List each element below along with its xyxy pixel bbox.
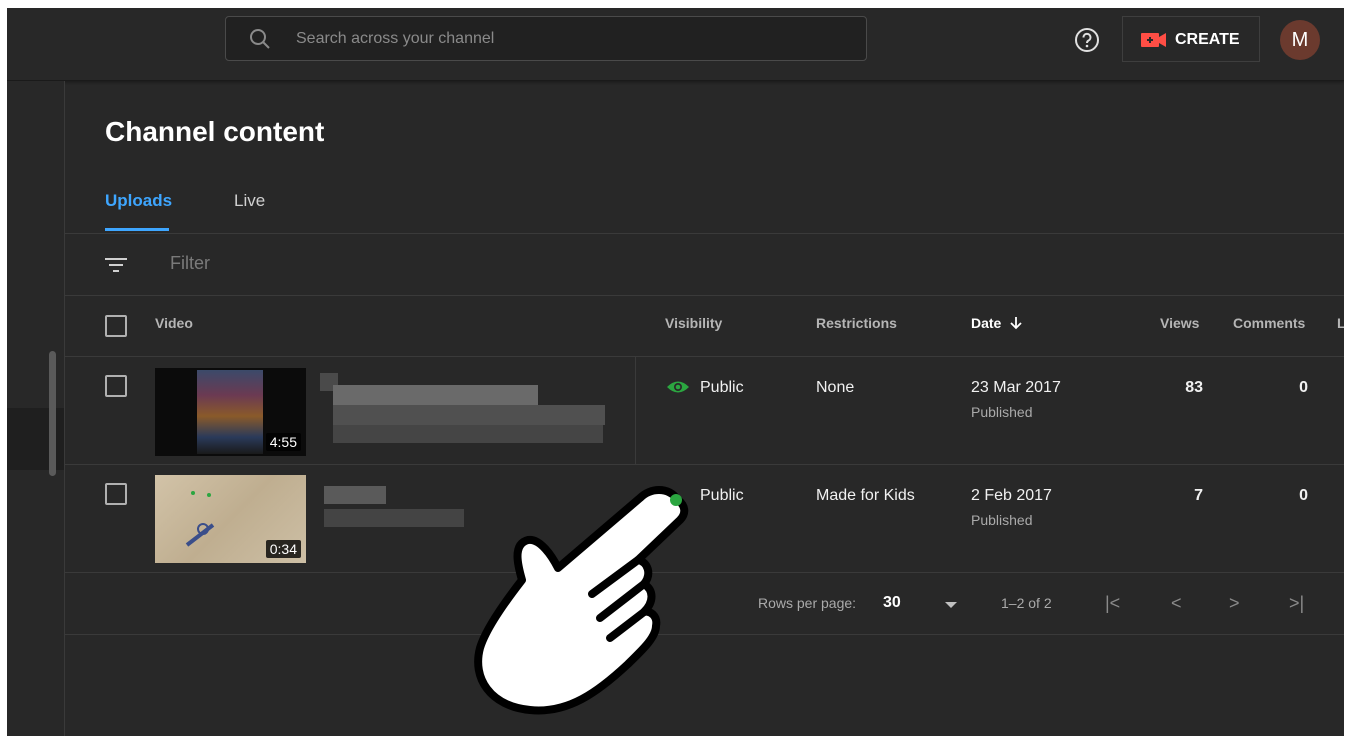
rows-per-page-label: Rows per page: [758, 595, 857, 611]
divider [65, 295, 1344, 296]
views-value: 7 [1194, 487, 1203, 504]
date-value: 2 Feb 2017 [971, 487, 1052, 504]
sidebar [7, 81, 65, 736]
pointing-hand-icon [474, 486, 689, 715]
divider [65, 572, 1344, 573]
video-duration: 0:34 [265, 540, 301, 558]
create-label: CREATE [1175, 31, 1240, 48]
filter-icon[interactable] [105, 255, 129, 275]
comments-value: 0 [1299, 487, 1308, 504]
views-value: 83 [1185, 379, 1203, 396]
sort-down-icon [1010, 317, 1022, 330]
next-page-icon[interactable]: > [1229, 593, 1240, 614]
sidebar-scrollbar[interactable] [49, 351, 56, 476]
column-divider [635, 357, 636, 465]
header-date-label: Date [971, 315, 1002, 331]
date-value: 23 Mar 2017 [971, 379, 1061, 396]
last-page-icon[interactable]: >| [1289, 593, 1304, 614]
main-content: Channel content Uploads Live Filter Vide… [65, 81, 1344, 736]
thumbnail-image [197, 370, 263, 454]
visibility-value[interactable]: Public [700, 487, 744, 505]
publish-status: Published [971, 404, 1033, 420]
previous-page-icon[interactable]: < [1171, 593, 1182, 614]
page-range: 1–2 of 2 [1001, 595, 1052, 611]
avatar[interactable]: M [1280, 20, 1320, 60]
tab-uploads[interactable]: Uploads [105, 191, 172, 211]
create-video-icon [1141, 33, 1166, 47]
dropdown-arrow-icon[interactable] [945, 601, 957, 609]
restrictions-value: None [816, 379, 855, 396]
help-icon[interactable] [1073, 26, 1101, 54]
divider [65, 356, 1344, 357]
active-tab-indicator [105, 228, 169, 231]
create-button[interactable]: CREATE [1122, 16, 1260, 62]
visibility-value[interactable]: Public [700, 379, 744, 397]
divider [65, 233, 1344, 234]
search-box[interactable]: Search across your channel [225, 16, 867, 61]
video-thumbnail[interactable]: 4:55 [155, 368, 306, 456]
header-visibility[interactable]: Visibility [665, 315, 722, 331]
row-checkbox[interactable] [105, 483, 127, 505]
divider [65, 464, 1344, 465]
select-all-checkbox[interactable] [105, 315, 127, 337]
row-checkbox[interactable] [105, 375, 127, 397]
header-likes-clipped: L [1337, 315, 1344, 331]
search-input[interactable]: Search across your channel [296, 30, 494, 48]
header-comments[interactable]: Comments [1233, 315, 1305, 331]
search-icon [250, 29, 270, 49]
first-page-icon[interactable]: |< [1105, 593, 1120, 614]
header-date[interactable]: Date [971, 315, 1023, 331]
page-title: Channel content [105, 116, 325, 147]
header-video: Video [155, 315, 193, 331]
publish-status: Published [971, 512, 1033, 528]
top-bar: Search across your channel CREATE M [7, 8, 1344, 81]
header-restrictions[interactable]: Restrictions [816, 315, 897, 331]
rows-per-page-select[interactable]: 30 [883, 594, 901, 612]
restrictions-value: Made for Kids [816, 487, 915, 504]
public-eye-icon [667, 381, 689, 393]
video-duration: 4:55 [265, 433, 301, 451]
comments-value: 0 [1299, 379, 1308, 396]
video-thumbnail[interactable]: 0:34 [155, 475, 306, 563]
filter-input[interactable]: Filter [170, 253, 210, 274]
divider [65, 634, 1344, 635]
header-views[interactable]: Views [1160, 315, 1199, 331]
tab-live[interactable]: Live [234, 191, 265, 211]
